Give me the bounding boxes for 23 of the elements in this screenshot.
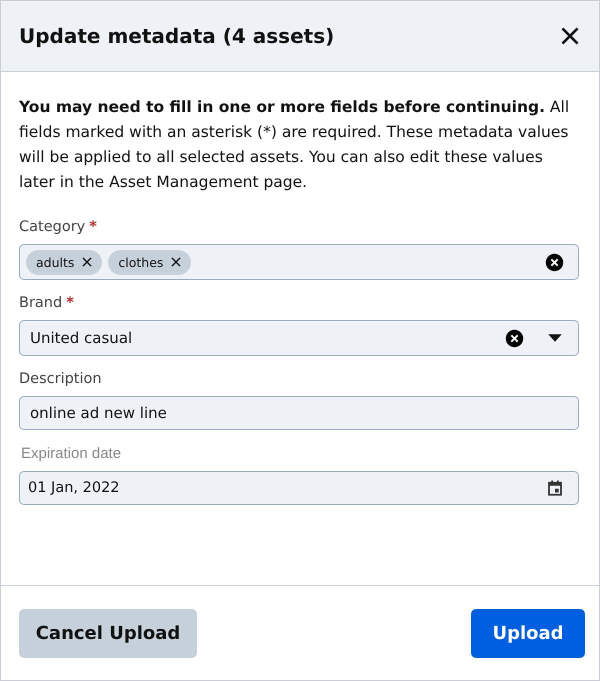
field-label: Category bbox=[19, 219, 86, 235]
date-field[interactable]: 01 Jan, 2022 bbox=[19, 471, 579, 505]
dialog-title: Update metadata (4 assets) bbox=[19, 24, 334, 48]
field-label: Brand bbox=[19, 295, 62, 311]
select-field[interactable]: United casual bbox=[19, 320, 579, 356]
tag-label: clothes bbox=[118, 254, 164, 270]
tag-field[interactable]: adults clothes bbox=[19, 244, 579, 280]
clear-icon[interactable] bbox=[545, 252, 564, 272]
upload-button[interactable]: Upload bbox=[471, 608, 585, 658]
field-label: Description bbox=[19, 371, 102, 387]
required-mark: * bbox=[66, 295, 74, 311]
intro-text: You may need to fill in one or more fields before continuing. All fields marked with an asterisk (*) are required. These metadata values will be applied to all selected assets. You can also edit these values later in the Asset Management page. bbox=[19, 97, 570, 193]
field-label: Expiration date bbox=[21, 445, 122, 462]
calendar-icon[interactable] bbox=[546, 479, 564, 497]
description-field[interactable]: online ad new line bbox=[19, 396, 579, 430]
date-value: 01 Jan, 2022 bbox=[28, 480, 121, 496]
required-mark: * bbox=[89, 219, 97, 235]
clear-icon[interactable] bbox=[505, 328, 524, 348]
cancel-button[interactable]: Cancel Upload bbox=[19, 608, 197, 658]
select-value: United casual bbox=[30, 329, 134, 347]
remove-icon[interactable] bbox=[80, 255, 94, 269]
remove-icon[interactable] bbox=[169, 255, 184, 269]
tag-label: adults bbox=[36, 254, 74, 270]
